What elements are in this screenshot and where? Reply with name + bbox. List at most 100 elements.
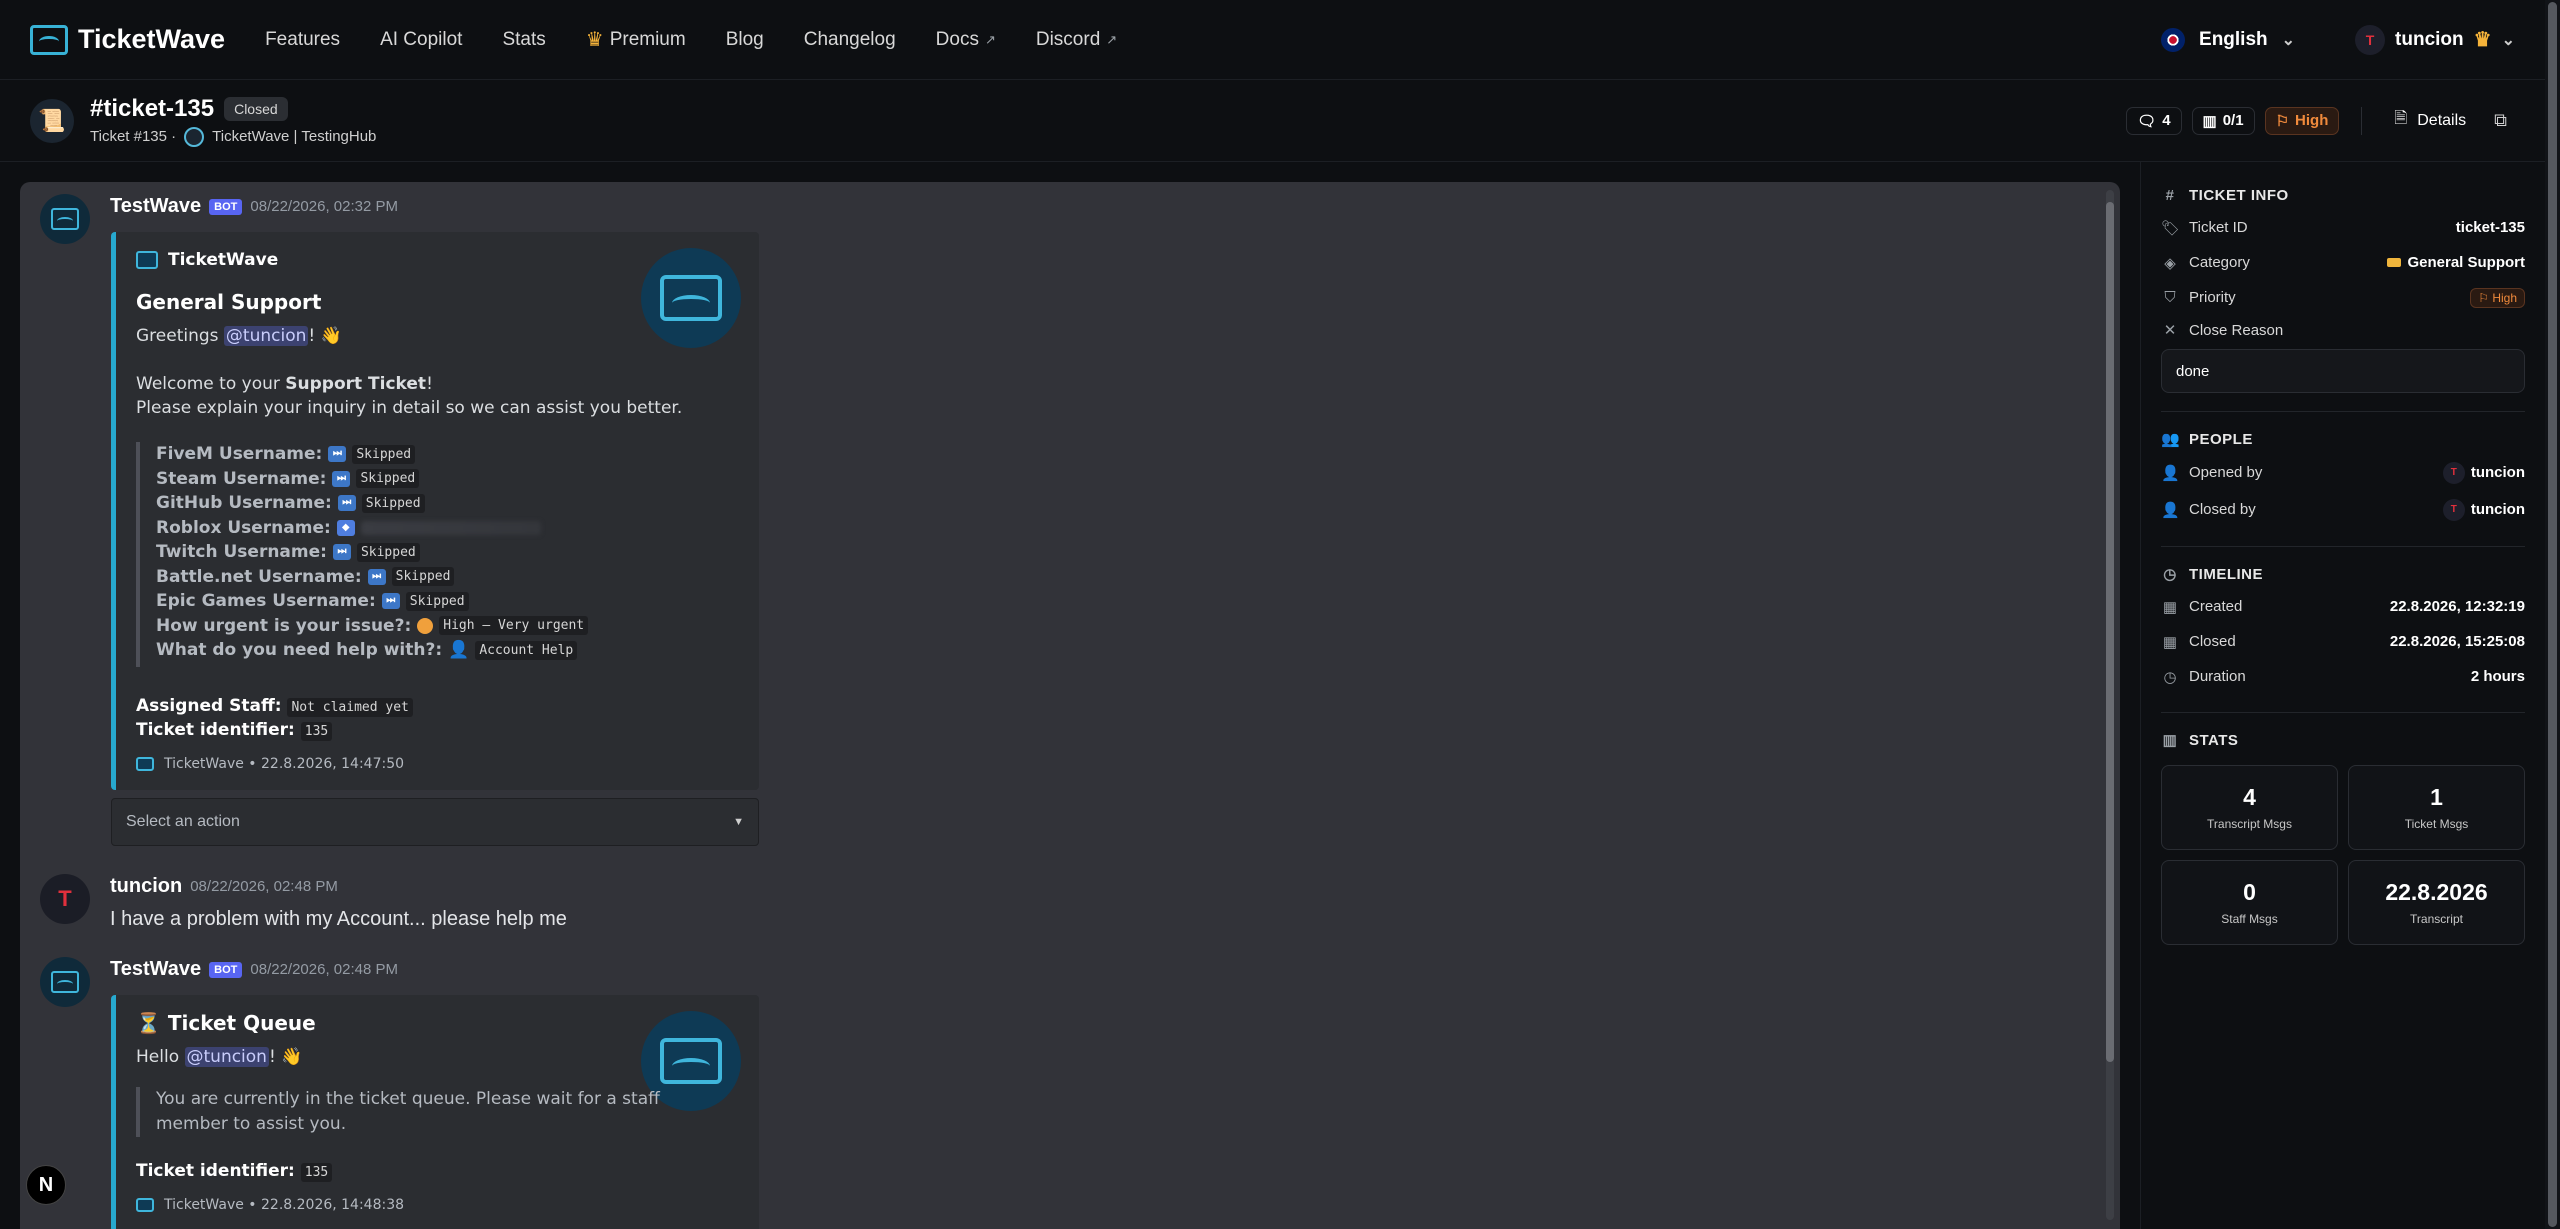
nav-link-discord[interactable]: Discord ↗ [1036, 29, 1117, 51]
nav-link-stats[interactable]: Stats [502, 29, 545, 51]
nav-link-changelog[interactable]: Changelog [804, 29, 896, 51]
nav-link-discord-label: Discord [1035, 28, 1101, 50]
message-timestamp: 08/22/2026, 02:32 PM [250, 198, 399, 215]
select-placeholder: Select an action [126, 813, 240, 830]
section-title: TIMELINE [2189, 565, 2263, 583]
field-row: What do you need help with?: 👤 Account Hel… [156, 638, 588, 663]
field-value: Skipped [391, 567, 455, 587]
ticketwave-logo-icon [30, 24, 68, 55]
user-mention[interactable]: @tuncion [223, 326, 309, 346]
ticketwave-logo-icon [51, 208, 79, 230]
ticket-identifier-row: Ticket identifier: 135 [136, 1161, 333, 1182]
flag-icon: ⚐ [2478, 290, 2489, 305]
row-label: ⛉ Priority [2161, 289, 2236, 306]
assigned-label: Assigned Staff: [136, 696, 282, 716]
guild-icon [184, 126, 205, 147]
divider [2161, 712, 2525, 713]
stat-value: 1 [2430, 784, 2443, 810]
stat-value: 22.8.2026 [2385, 879, 2488, 905]
user-menu[interactable]: T tuncion ♛ ⌄ [2355, 24, 2515, 55]
embed-queue-quote: You are currently in the ticket queue. P… [136, 1087, 660, 1137]
embed-general-support: TicketWave General Support Greetings @tu… [111, 232, 759, 790]
field-row: Epic Games Username: ⏭ Skipped [156, 589, 588, 614]
details-label: Details [2417, 111, 2467, 129]
field-row: Twitch Username: ⏭ Skipped [156, 540, 588, 565]
message-author: tuncion [110, 875, 183, 897]
hourglass-icon: ⏳ [136, 1011, 161, 1035]
field-label: Steam Username: [156, 468, 327, 489]
nav-link-docs[interactable]: Docs ↗ [936, 29, 996, 51]
created-label: Created [2189, 598, 2243, 615]
nav-link-ai-copilot[interactable]: AI Copilot [380, 29, 462, 51]
user-avatar: T [2442, 461, 2465, 484]
messages-count: 4 [2162, 112, 2171, 129]
welcome-prefix: Welcome to your [136, 374, 286, 394]
transcript-panel[interactable]: TestWave BOT 08/22/2026, 02:32 PM Ticket… [20, 182, 2120, 1229]
scroll-thumb[interactable] [2106, 202, 2114, 1062]
nav-link-blog[interactable]: Blog [726, 29, 764, 51]
row-label: ▦ Created [2161, 598, 2242, 616]
greeting-suffix: ! 👋 [308, 326, 342, 346]
ticket-number: Ticket #135 · [90, 128, 177, 145]
nav-link-features[interactable]: Features [265, 29, 340, 51]
open-external-icon[interactable]: ⧉ [2486, 106, 2515, 135]
select-action-dropdown[interactable]: Select an action ▼ [111, 798, 759, 846]
chevron-down-icon: ⌄ [2501, 31, 2515, 49]
field-value: Skipped [352, 444, 416, 464]
transcript-scrollbar[interactable] [2106, 190, 2114, 1220]
page-scroll-thumb[interactable] [2548, 2, 2557, 1227]
premium-crown-icon: ♛ [2473, 29, 2492, 51]
closed-by-row: 👤 Closed by Ttuncion [2161, 491, 2525, 528]
chevron-down-icon: ⌄ [2281, 31, 2296, 49]
message-author: TestWave [110, 958, 202, 980]
calendar-icon: ▦ [2162, 633, 2178, 651]
tag-icon: 🏷 [2161, 219, 2181, 237]
opened-by-label: Opened by [2189, 464, 2263, 481]
ticket-id-row: 🏷 Ticket ID ticket-135 [2161, 210, 2525, 245]
section-people: 👥 PEOPLE [2161, 424, 2525, 454]
quote-line: You are currently in the ticket queue. P… [156, 1089, 660, 1110]
field-label: How urgent is your issue?: [156, 615, 412, 636]
nextjs-badge-icon[interactable]: N [26, 1165, 66, 1205]
priority-label: Priority [2189, 289, 2236, 306]
ticket-chip-icon [2387, 258, 2402, 267]
opened-by-value[interactable]: Ttuncion [2442, 461, 2525, 484]
user-icon: 👤 [2161, 464, 2180, 482]
details-button[interactable]: 🗎 Details [2384, 103, 2476, 138]
language-label: English [2199, 28, 2268, 50]
brand-link[interactable]: TicketWave [30, 24, 225, 55]
bar-chart-icon: ▥ [2162, 732, 2178, 749]
row-label: 👤 Opened by [2161, 464, 2262, 482]
skip-icon: ⏭ [381, 593, 400, 610]
closed-by-value[interactable]: Ttuncion [2442, 498, 2525, 521]
assigned-staff-row: Assigned Staff: Not claimed yet [136, 696, 413, 717]
closed-label: Closed [2189, 633, 2236, 650]
field-value: Skipped [405, 591, 469, 611]
duration-row: ◷ Duration 2 hours [2161, 659, 2525, 694]
embed-welcome: Welcome to your Support Ticket! [136, 374, 433, 394]
ticketwave-logo-icon [51, 971, 79, 993]
message-icon: 🗨 [2137, 112, 2157, 130]
stat-card: 0 Staff Msgs [2161, 860, 2338, 945]
closed-row: ▦ Closed 22.8.2026, 15:25:08 [2161, 624, 2525, 659]
stat-label: Transcript [2410, 912, 2463, 926]
user-mention[interactable]: @tuncion [184, 1047, 269, 1067]
language-selector[interactable]: English ⌄ [2161, 27, 2296, 52]
row-label: ◈ Category [2161, 254, 2250, 272]
message-header: TestWave BOT 08/22/2026, 02:32 PM [110, 195, 398, 218]
field-label: Battle.net Username: [156, 566, 362, 587]
field-label: Epic Games Username: [156, 591, 376, 612]
users-icon: 👥 [2161, 431, 2181, 448]
status-badge: Closed [224, 96, 288, 121]
flag-icon: ⚐ [2275, 112, 2290, 130]
document-icon: 🗎 [2394, 110, 2408, 127]
nav-link-premium[interactable]: ♛ Premium [586, 27, 686, 52]
field-row: How urgent is your issue?: High — Very ur… [156, 614, 589, 639]
page-scrollbar[interactable] [2545, 0, 2560, 1229]
bot-avatar [40, 957, 90, 1007]
field-label: Roblox Username: [156, 517, 331, 538]
close-reason-row: ✕ Close Reason [2161, 315, 2525, 345]
priority-label: High [2295, 112, 2329, 129]
skip-icon: ⏭ [328, 446, 347, 463]
clock-icon: ◷ [2163, 566, 2177, 583]
